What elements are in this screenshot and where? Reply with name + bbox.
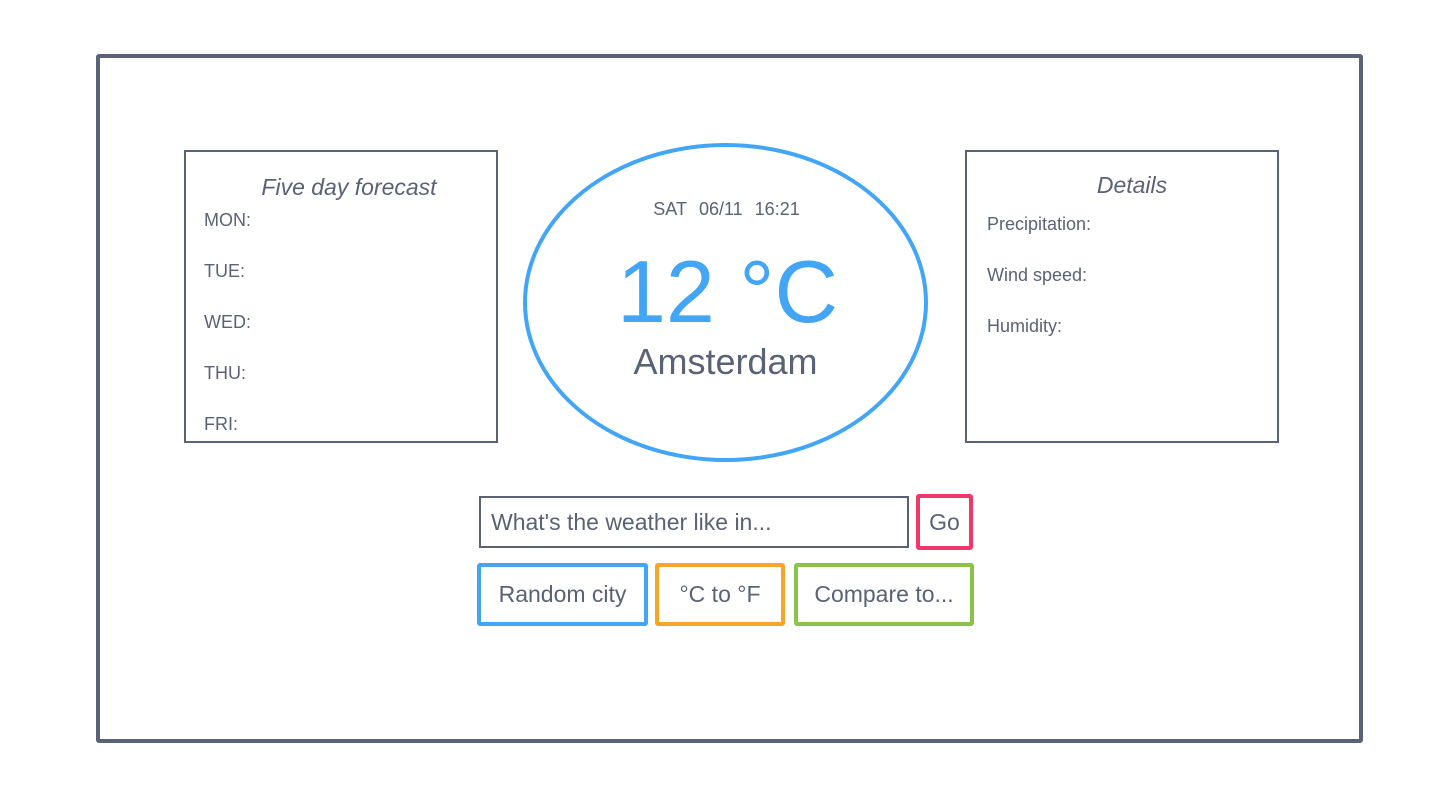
city-search-input[interactable] xyxy=(479,496,909,548)
current-time: 16:21 xyxy=(754,199,800,219)
current-city: Amsterdam xyxy=(633,341,818,382)
go-button[interactable]: Go xyxy=(916,494,973,550)
current-temperature: 12 °C xyxy=(616,242,839,341)
forecast-panel: Five day forecast MON: TUE: WED: THU: FR… xyxy=(184,150,498,443)
details-humidity: Humidity: xyxy=(987,316,1063,336)
unit-convert-button[interactable]: °C to °F xyxy=(655,563,785,626)
compare-button[interactable]: Compare to... xyxy=(794,563,974,626)
forecast-day-fri: FRI: xyxy=(204,414,238,434)
random-city-button[interactable]: Random city xyxy=(477,563,648,626)
forecast-day-wed: WED: xyxy=(204,312,251,332)
details-wind-speed: Wind speed: xyxy=(987,265,1088,285)
current-date: 06/11 xyxy=(698,199,743,219)
forecast-day-thu: THU: xyxy=(204,363,246,383)
current-day: SAT xyxy=(653,199,687,219)
forecast-title: Five day forecast xyxy=(261,174,437,200)
details-title: Details xyxy=(1096,172,1168,198)
details-precipitation: Precipitation: xyxy=(987,214,1092,234)
details-panel: Details Precipitation: Wind speed: Humid… xyxy=(965,150,1279,443)
forecast-day-tue: TUE: xyxy=(204,261,246,281)
